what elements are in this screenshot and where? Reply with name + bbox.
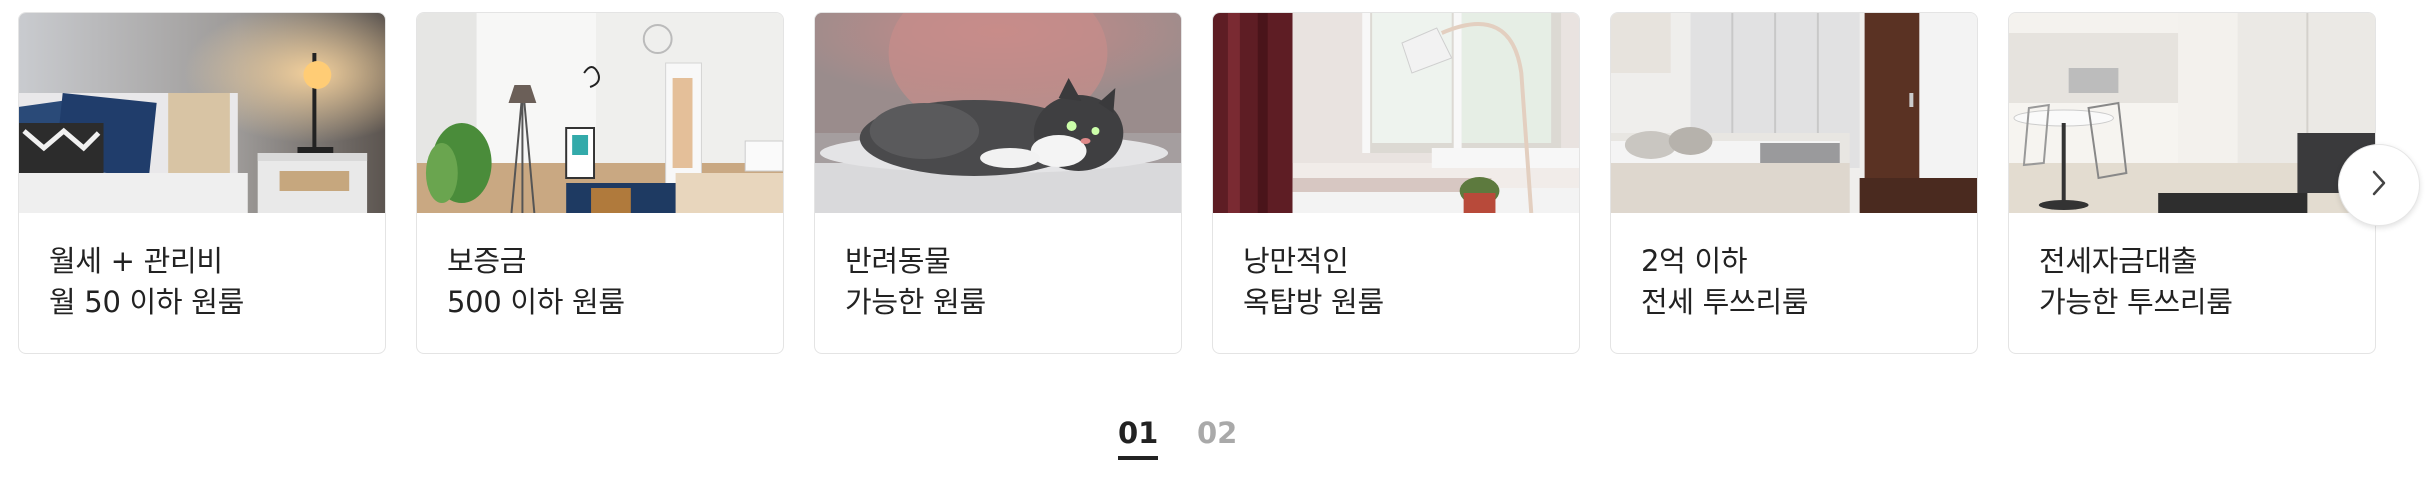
card-pet-friendly[interactable]: 반려동물 가능한 원룸 xyxy=(814,12,1182,354)
card-label: 반려동물 가능한 원룸 xyxy=(845,241,1161,323)
card-deposit[interactable]: 보증금 500 이하 원룸 xyxy=(416,12,784,354)
card-monthly-rent[interactable]: 월세 + 관리비 월 50 이하 원룸 xyxy=(18,12,386,354)
card-label-line1: 2억 이하 xyxy=(1641,244,1748,278)
card-jeonse-loan[interactable]: 전세자금대출 가능한 투쓰리룸 xyxy=(2008,12,2376,354)
pagination: 01 02 xyxy=(0,416,2428,466)
carousel-next-button[interactable] xyxy=(2338,144,2420,226)
card-label-line1: 전세자금대출 xyxy=(2039,244,2198,278)
card-label-line2: 가능한 투쓰리룸 xyxy=(2039,285,2233,319)
card-label: 전세자금대출 가능한 투쓰리룸 xyxy=(2039,241,2355,323)
card-rooftop-room[interactable]: 낭만적인 옥탑방 원룸 xyxy=(1212,12,1580,354)
card-label-line2: 월 50 이하 원룸 xyxy=(49,285,244,319)
card-label-line1: 월세 + 관리비 xyxy=(49,244,223,278)
page-1-button[interactable]: 01 xyxy=(1118,416,1159,460)
cat-photo xyxy=(815,13,1181,213)
card-label-line1: 낭만적인 xyxy=(1243,244,1349,278)
card-label: 낭만적인 옥탑방 원룸 xyxy=(1243,241,1559,323)
card-label: 2억 이하 전세 투쓰리룸 xyxy=(1641,241,1957,323)
bedroom-closet-photo xyxy=(1611,13,1977,213)
card-label-line2: 전세 투쓰리룸 xyxy=(1641,285,1809,319)
card-label-line2: 가능한 원룸 xyxy=(845,285,986,319)
card-label: 월세 + 관리비 월 50 이하 원룸 xyxy=(49,241,365,323)
card-label: 보증금 500 이하 원룸 xyxy=(447,241,763,323)
bright-room-photo xyxy=(417,13,783,213)
card-carousel: 월세 + 관리비 월 50 이하 원룸 보증금 500 이하 원룸 반려동물 가… xyxy=(18,12,2410,356)
card-label-line2: 옥탑방 원룸 xyxy=(1243,285,1384,319)
kitchen-dining-photo xyxy=(2009,13,2375,213)
card-label-line2: 500 이하 원룸 xyxy=(447,285,625,319)
card-jeonse-2eok[interactable]: 2억 이하 전세 투쓰리룸 xyxy=(1610,12,1978,354)
card-label-line1: 보증금 xyxy=(447,244,527,278)
chevron-right-icon xyxy=(2366,168,2392,202)
card-label-line1: 반려동물 xyxy=(845,244,951,278)
page-2-button[interactable]: 02 xyxy=(1197,416,1237,456)
bedroom-lamp-photo xyxy=(19,13,385,213)
window-lamp-photo xyxy=(1213,13,1579,213)
